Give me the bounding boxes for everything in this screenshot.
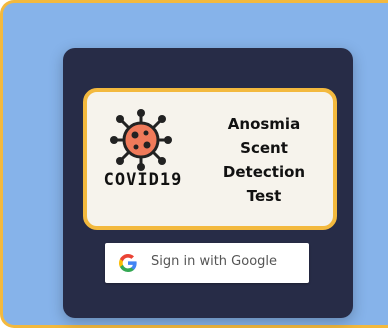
google-icon [119,254,137,272]
app-logo-panel: COVID19 Anosmia Scent Detection Test [83,88,337,230]
login-card: COVID19 Anosmia Scent Detection Test Sig… [63,48,353,318]
title-line: Detection [222,163,306,181]
virus-icon [110,109,172,171]
title-line: Test [246,187,282,205]
page-background: COVID19 Anosmia Scent Detection Test Sig… [0,0,388,328]
title-line: Scent [240,139,288,157]
google-button-label: Sign in with Google [151,254,278,269]
app-title: Anosmia Scent Detection Test [199,112,329,208]
covid19-logo-text: COVID19 [103,170,183,190]
title-line: Anosmia [227,115,301,133]
google-sign-in-button[interactable]: Sign in with Google [105,243,309,283]
